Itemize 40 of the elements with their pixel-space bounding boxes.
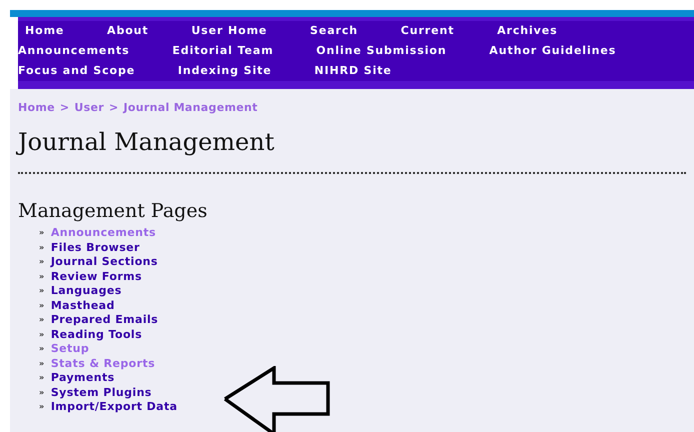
nav-link[interactable]: Editorial Team: [172, 44, 274, 57]
page-link[interactable]: Payments: [50, 371, 115, 384]
page-link[interactable]: Review Forms: [50, 270, 142, 282]
nav-link[interactable]: Author Guidelines: [489, 44, 616, 57]
bullet: »: [39, 272, 45, 280]
nav-link[interactable]: Home: [25, 24, 64, 37]
nav-link[interactable]: Search: [310, 24, 358, 37]
nav-link[interactable]: Archives: [497, 24, 558, 37]
breadcrumb-separator: >: [60, 101, 70, 114]
bullet: »: [39, 242, 45, 252]
page-link[interactable]: Languages: [50, 284, 122, 297]
nav-link[interactable]: Announcements: [18, 44, 130, 57]
bullet: »: [39, 373, 45, 382]
page-link[interactable]: Prepared Emails: [50, 313, 158, 326]
bullet: »: [39, 388, 45, 396]
page-link[interactable]: Import/Export Data: [50, 400, 178, 413]
breadcrumb-separator: >: [109, 101, 119, 114]
nav-link[interactable]: Focus and Scope: [18, 64, 136, 77]
bullet: »: [39, 344, 45, 353]
page-link[interactable]: Files Browser: [50, 240, 140, 254]
page-link[interactable]: Journal Sections: [50, 255, 158, 268]
bullet: »: [39, 257, 45, 266]
nav-link[interactable]: User Home: [191, 24, 268, 37]
nav-link[interactable]: Current: [400, 24, 454, 37]
nav-link[interactable]: Online Submission: [316, 44, 447, 57]
bullet: »: [39, 358, 45, 368]
page-link[interactable]: System Plugins: [50, 386, 152, 398]
bullet: »: [39, 286, 45, 295]
bullet: »: [39, 315, 45, 324]
bullet: »: [39, 228, 45, 237]
page-link[interactable]: Reading Tools: [50, 328, 142, 340]
bullet: »: [39, 402, 45, 411]
bullet: »: [39, 300, 45, 310]
nav-link[interactable]: Indexing Site: [178, 64, 272, 77]
section-heading: Management Pages: [18, 200, 208, 222]
page-link[interactable]: Masthead: [50, 298, 115, 312]
bullet: »: [39, 330, 45, 338]
nav-link[interactable]: NIHRD Site: [314, 64, 392, 77]
page-title: Journal Management: [18, 128, 276, 156]
nav-link[interactable]: About: [107, 24, 149, 37]
